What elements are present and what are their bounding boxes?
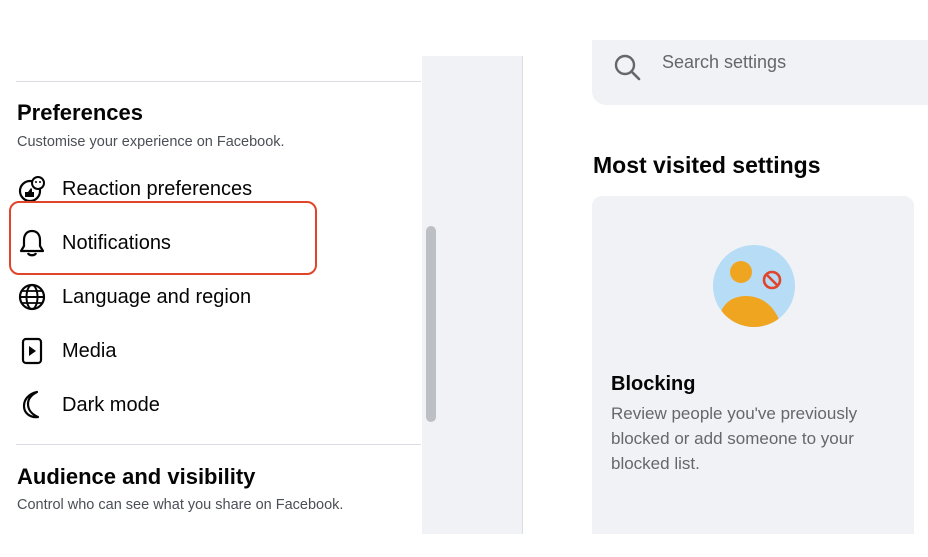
media-icon (16, 335, 48, 367)
blocking-description: Review people you've previously blocked … (611, 404, 858, 473)
sidebar-item-label: Language and region (62, 285, 252, 308)
blocking-title: Blocking (611, 373, 696, 395)
globe-icon (16, 281, 48, 313)
sidebar-item-label: Media (62, 339, 117, 362)
sidebar-item-dark-mode[interactable]: Dark mode (16, 385, 316, 425)
sidebar-scrollbar-thumb[interactable] (426, 226, 436, 422)
audience-title: Audience and visibility (17, 464, 256, 489)
sidebar-item-media[interactable]: Media (16, 331, 316, 371)
preferences-title: Preferences (17, 100, 143, 125)
search-placeholder: Search settings (662, 52, 787, 72)
sidebar-item-label: Dark mode (62, 393, 160, 416)
divider (16, 444, 421, 445)
most-visited-title: Most visited settings (593, 152, 821, 178)
settings-sidebar: Preferences Customise your experience on… (0, 0, 441, 557)
audience-subtitle: Control who can see what you share on Fa… (17, 497, 344, 513)
sidebar-item-label: Reaction preferences (62, 177, 253, 200)
search-icon (608, 48, 648, 88)
notifications-highlight-box (9, 201, 317, 275)
moon-icon (16, 389, 48, 421)
panel-gutter (441, 56, 523, 534)
search-settings-input[interactable]: Search settings (592, 40, 928, 105)
blocking-icon (712, 244, 796, 328)
bottom-edge (0, 534, 928, 557)
sidebar-item-language-region[interactable]: Language and region (16, 277, 316, 317)
preferences-subtitle: Customise your experience on Facebook. (17, 134, 285, 150)
divider (16, 81, 421, 82)
